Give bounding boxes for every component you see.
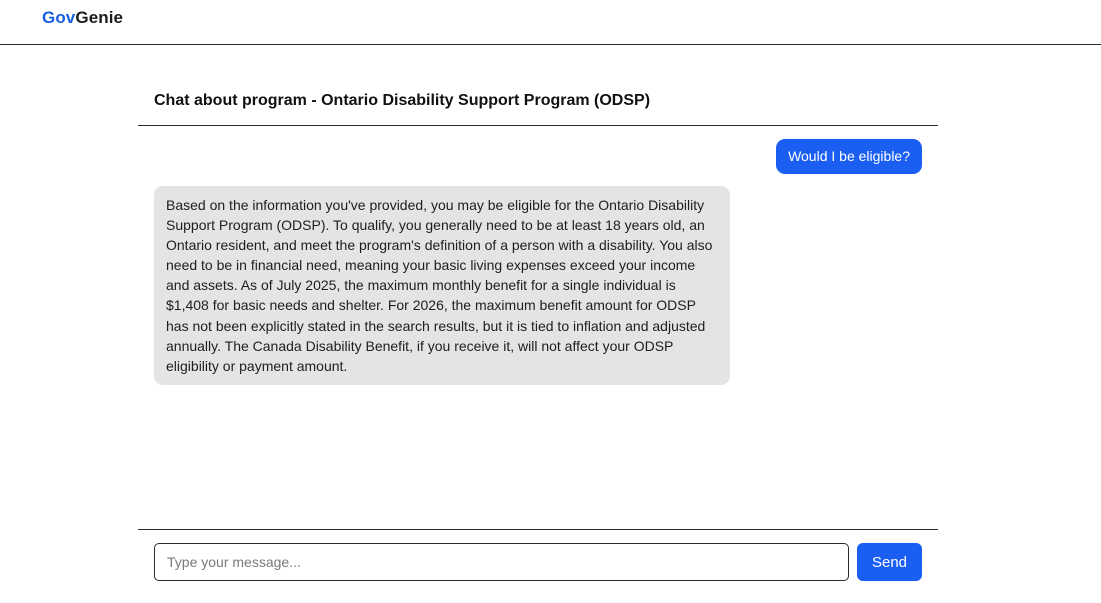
govgenie-logo[interactable]: GovGenie: [42, 8, 123, 28]
composer-divider: [138, 529, 938, 530]
logo-genie-text: Genie: [75, 8, 124, 27]
user-message-bubble: Would I be eligible?: [776, 139, 922, 174]
top-navbar: GovGenie: [0, 0, 1101, 45]
message-input[interactable]: [154, 543, 849, 581]
send-button[interactable]: Send: [857, 543, 922, 581]
chat-panel: Chat about program - Ontario Disability …: [138, 45, 938, 603]
logo-gov-text: Gov: [42, 8, 76, 27]
title-divider: [138, 125, 938, 126]
chat-title: Chat about program - Ontario Disability …: [154, 92, 651, 109]
assistant-message-bubble: Based on the information you've provided…: [154, 186, 730, 385]
